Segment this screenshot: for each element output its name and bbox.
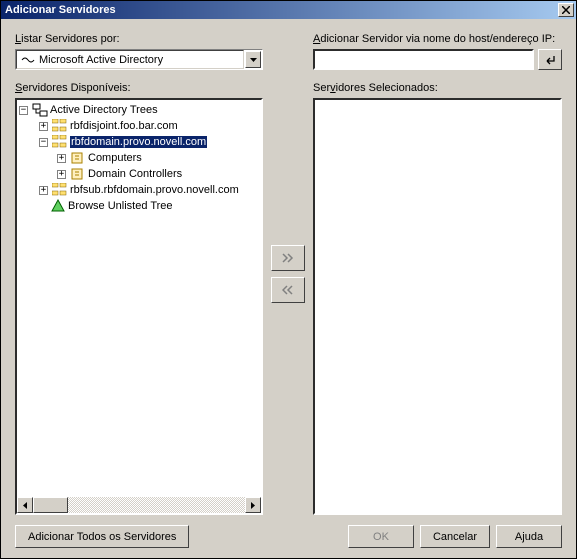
add-all-label: Adicionar Todos os Servidores [28,531,176,543]
tree-item-label: rbfsub.rbfdomain.provo.novell.com [70,184,239,196]
help-label: Ajuda [515,531,543,543]
cancel-label: Cancelar [433,531,477,543]
domain-icon [52,119,68,133]
scroll-right-button[interactable] [245,497,261,513]
tree-item[interactable]: + Computers [19,150,261,166]
list-by-label: Listar Servidores por: [15,33,263,45]
dropdown-arrow-button[interactable] [245,51,261,68]
browse-icon [50,199,66,213]
directory-tree-icon [32,103,48,117]
domain-icon [52,183,68,197]
double-chevron-right-icon [282,253,294,263]
directory-value: Microsoft Active Directory [39,54,163,66]
close-icon [562,6,570,14]
scroll-left-button[interactable] [17,497,33,513]
container-icon [70,151,86,165]
expand-icon[interactable]: + [39,186,48,195]
cancel-button[interactable]: Cancelar [420,525,490,548]
tree-item[interactable]: Browse Unlisted Tree [19,198,261,214]
scroll-track[interactable] [33,497,245,513]
tree-item-label: Computers [88,152,142,164]
add-host-button[interactable] [538,49,562,70]
tree-item[interactable]: + rbfdisjoint.foo.bar.com [19,118,261,134]
available-servers-label: Servidores Disponíveis: [15,82,263,94]
tree-item[interactable]: + rbfsub.rbfdomain.provo.novell.com [19,182,261,198]
chevron-right-icon [251,502,255,509]
tree-item-label: rbfdisjoint.foo.bar.com [70,120,178,132]
ok-button[interactable]: OK [348,525,414,548]
double-chevron-left-icon [282,285,294,295]
expand-icon[interactable]: + [57,170,66,179]
tree-item-selected[interactable]: − rbfdomain.provo.novell.com [19,134,261,150]
collapse-icon[interactable]: − [39,138,48,147]
add-servers-dialog: Adicionar Servidores Listar Servidores p… [0,0,577,559]
scroll-thumb[interactable] [33,497,68,513]
close-button[interactable] [558,3,574,17]
chevron-down-icon [250,58,257,62]
tree-item-label: rbfdomain.provo.novell.com [70,136,207,148]
available-servers-tree[interactable]: − Active Directory Trees + [15,98,263,515]
tree-item-label: Browse Unlisted Tree [68,200,173,212]
tree-item[interactable]: + Domain Controllers [19,166,261,182]
enter-icon [544,54,556,66]
window-title: Adicionar Servidores [5,4,558,16]
collapse-icon[interactable]: − [19,106,28,115]
horizontal-scrollbar[interactable] [17,497,261,513]
directory-icon [21,55,35,65]
tree-root-label: Active Directory Trees [50,104,158,116]
tree-root[interactable]: − Active Directory Trees [19,102,261,118]
expand-icon[interactable]: + [39,122,48,131]
container-icon [70,167,86,181]
selected-servers-label: Servidores Selecionados: [313,82,562,94]
expand-icon[interactable]: + [57,154,66,163]
add-server-button[interactable] [271,245,305,271]
remove-server-button[interactable] [271,277,305,303]
chevron-left-icon [23,502,27,509]
host-input[interactable] [313,49,534,70]
tree-item-label: Domain Controllers [88,168,182,180]
add-all-servers-button[interactable]: Adicionar Todos os Servidores [15,525,189,548]
add-host-label: Adicionar Servidor via nome do host/ende… [313,33,562,45]
directory-dropdown[interactable]: Microsoft Active Directory [15,49,263,70]
titlebar: Adicionar Servidores [1,1,576,19]
domain-icon [52,135,68,149]
ok-label: OK [373,531,389,543]
selected-servers-list[interactable] [313,98,562,515]
help-button[interactable]: Ajuda [496,525,562,548]
